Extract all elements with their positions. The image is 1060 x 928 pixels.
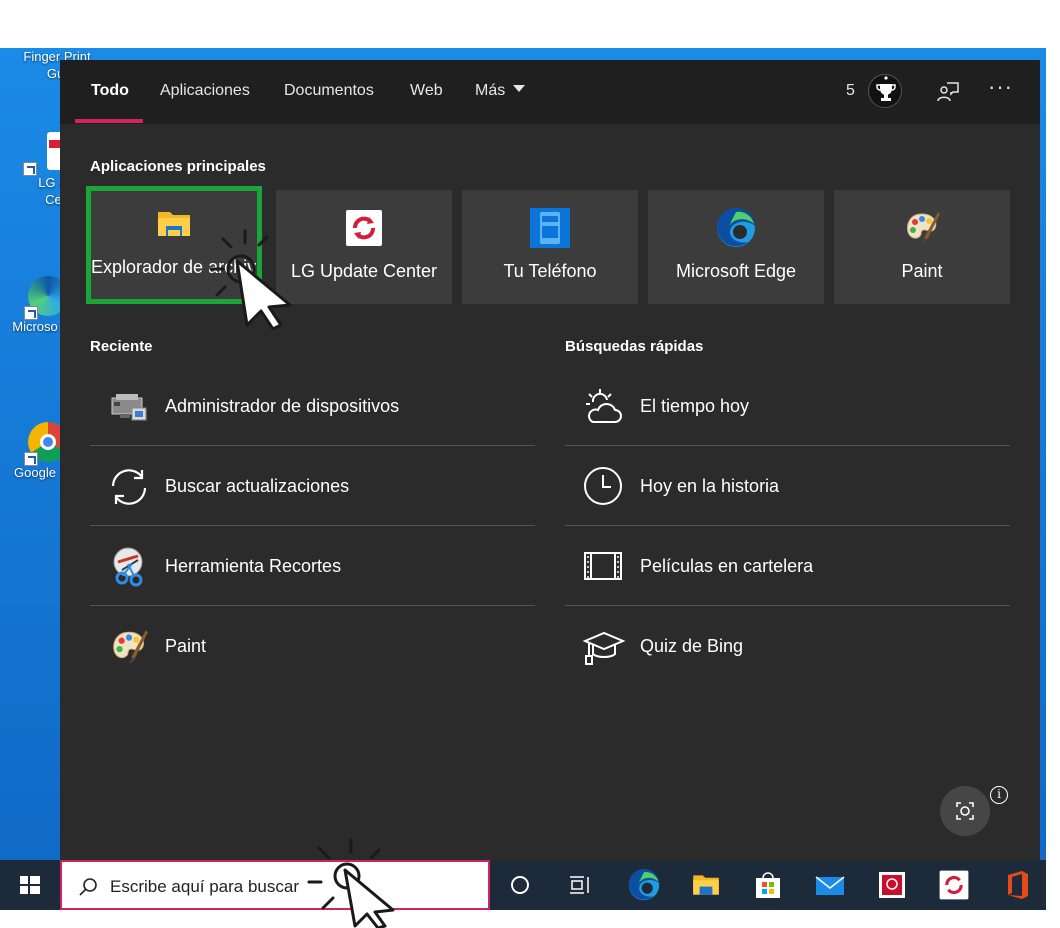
- recent-item-label: Buscar actualizaciones: [165, 476, 350, 496]
- app-tile-label: LG Update Center: [290, 261, 438, 281]
- film-icon: [583, 546, 625, 588]
- quick-item-weather[interactable]: El tiempo hoy: [565, 366, 1010, 446]
- quick-item-label: Películas en cartelera: [640, 556, 814, 576]
- windows-start-icon[interactable]: [10, 860, 50, 910]
- graduation-cap-icon: [582, 626, 626, 668]
- weather-icon: [583, 386, 625, 428]
- tab-mas[interactable]: Más: [475, 82, 526, 100]
- app-tile-label: Tu Teléfono: [503, 261, 597, 281]
- visual-search-button[interactable]: [940, 786, 990, 836]
- camera-scan-icon: [956, 802, 974, 820]
- lg-update-icon: [344, 208, 384, 248]
- task-view-icon[interactable]: [564, 869, 596, 901]
- recent-item-snipping-tool[interactable]: Herramienta Recortes: [90, 526, 535, 606]
- rewards-trophy-icon[interactable]: [868, 74, 902, 108]
- search-tab-bar: Todo Aplicaciones Documentos Web Más 5 ·…: [60, 60, 1040, 124]
- phone-icon: [530, 208, 570, 248]
- app-tile-label: Microsoft Edge: [675, 261, 797, 281]
- search-panel: Todo Aplicaciones Documentos Web Más 5 ·…: [60, 60, 1040, 860]
- info-icon[interactable]: i: [990, 786, 1008, 804]
- quick-item-label: Hoy en la historia: [640, 476, 780, 496]
- file-explorer-icon[interactable]: [690, 869, 722, 901]
- active-tab-indicator: [75, 119, 143, 123]
- folder-icon: [154, 204, 194, 244]
- taskbar-search-box[interactable]: Escribe aquí para buscar: [60, 860, 490, 910]
- app-tile-tu-telefono[interactable]: Tu Teléfono: [462, 190, 638, 304]
- clock-icon: [583, 466, 625, 508]
- taskbar: Escribe aquí para buscar: [0, 860, 1046, 910]
- quick-searches-title: Búsquedas rápidas: [565, 338, 704, 355]
- office-icon[interactable]: [1000, 869, 1032, 901]
- edge-icon: [716, 207, 756, 248]
- store-icon[interactable]: [752, 869, 784, 901]
- screen: Finger Print Gui LG Co Cen Microso Googl…: [0, 0, 1060, 928]
- quick-item-movies[interactable]: Películas en cartelera: [565, 526, 1010, 606]
- tab-documentos[interactable]: Documentos: [284, 82, 374, 100]
- quick-item-label: Quiz de Bing: [640, 636, 744, 656]
- edge-icon[interactable]: [628, 868, 660, 901]
- recent-item-label: Herramienta Recortes: [165, 556, 342, 576]
- app-tile-lg-update-center[interactable]: LG Update Center: [276, 190, 452, 304]
- feedback-icon[interactable]: [936, 80, 960, 104]
- tab-aplicaciones[interactable]: Aplicaciones: [160, 82, 250, 100]
- app-tile-microsoft-edge[interactable]: Microsoft Edge: [648, 190, 824, 304]
- lg-update-icon[interactable]: [938, 869, 970, 901]
- quick-item-bing-quiz[interactable]: Quiz de Bing: [565, 606, 1010, 686]
- device-manager-icon: [108, 386, 150, 428]
- desktop-icon-label: Microso: [12, 319, 58, 334]
- recent-item-device-manager[interactable]: Administrador de dispositivos: [90, 366, 535, 446]
- search-placeholder: Escribe aquí para buscar: [110, 877, 299, 896]
- cortana-icon[interactable]: [504, 869, 536, 901]
- recent-title: Reciente: [90, 338, 153, 355]
- quick-item-history[interactable]: Hoy en la historia: [565, 446, 1010, 526]
- tab-mas-label: Más: [475, 82, 506, 99]
- tab-todo[interactable]: Todo: [91, 82, 129, 100]
- more-options-icon[interactable]: ···: [988, 74, 1013, 100]
- app-tile-explorador[interactable]: Explorador de archivos: [86, 186, 262, 304]
- quick-item-label: El tiempo hoy: [640, 396, 750, 416]
- recent-item-paint[interactable]: Paint: [90, 606, 535, 686]
- recent-item-check-updates[interactable]: Buscar actualizaciones: [90, 446, 535, 526]
- refresh-icon: [108, 466, 150, 508]
- top-apps-title: Aplicaciones principales: [90, 158, 266, 175]
- recent-item-label: Administrador de dispositivos: [165, 396, 400, 416]
- search-icon: [78, 877, 98, 897]
- app-tile-label: Paint: [901, 261, 943, 281]
- app-red-icon[interactable]: [876, 869, 908, 901]
- snipping-tool-icon: [108, 546, 150, 588]
- app-tile-label: Explorador de archivos: [91, 257, 257, 277]
- chevron-down-icon: [513, 85, 526, 92]
- rewards-points: 5: [846, 82, 855, 99]
- tab-web[interactable]: Web: [410, 82, 443, 100]
- recent-item-label: Paint: [165, 636, 207, 656]
- paint-palette-icon: [108, 626, 150, 668]
- app-tile-paint[interactable]: Paint: [834, 190, 1010, 304]
- paint-palette-icon: [902, 208, 942, 248]
- desktop-icon-label: Google: [14, 465, 56, 480]
- mail-icon[interactable]: [814, 869, 846, 901]
